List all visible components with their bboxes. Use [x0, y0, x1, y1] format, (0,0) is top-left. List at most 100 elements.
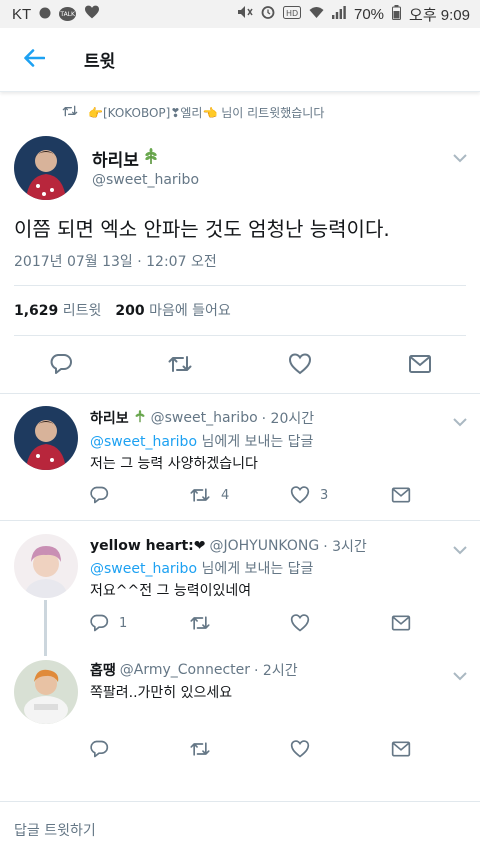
reply-button[interactable] — [89, 485, 119, 505]
likes-stat[interactable]: 200 마음에 들어요 — [115, 300, 230, 320]
reply-text: 저는 그 능력 사양하겠습니다 — [90, 456, 258, 472]
reply-author-handle[interactable]: @Army_Connecter — [120, 662, 250, 678]
direct-message-button[interactable] — [391, 739, 411, 759]
reply-icon — [90, 740, 109, 758]
reply-author-name[interactable]: 홉땡 — [90, 660, 116, 680]
replying-to: @sweet_haribo 님에게 보내는 답글 — [90, 431, 313, 451]
clock: 오후 9:09 — [409, 6, 470, 24]
reply-header: 홉땡 @Army_Connecter · 2시간 — [90, 660, 298, 680]
page-title: 트윗 — [84, 52, 116, 72]
like-button[interactable]: 3 — [290, 485, 328, 505]
svg-text:HD: HD — [286, 9, 298, 18]
replying-to-suffix: 님에게 보내는 답글 — [201, 434, 314, 450]
reply-menu-chevron-icon[interactable] — [453, 412, 467, 427]
retweet-icon — [190, 488, 210, 502]
top-app-bar: 트윗 — [0, 28, 480, 92]
reply-author-name[interactable]: 하리보 — [90, 408, 129, 428]
retweet-button[interactable] — [189, 739, 221, 759]
replying-to-handle[interactable]: @sweet_haribo — [90, 434, 197, 450]
envelope-icon — [409, 355, 431, 373]
reply-button[interactable] — [49, 352, 73, 376]
status-bar-left: KT TALK — [12, 5, 100, 23]
section-divider — [0, 520, 480, 521]
tweet-menu-chevron-icon[interactable] — [453, 148, 467, 163]
heart-notification-icon — [84, 5, 100, 23]
reply-time: · 2시간 — [254, 663, 298, 679]
divider — [14, 285, 466, 286]
reply-time: · 20시간 — [261, 411, 315, 427]
direct-message-button[interactable] — [391, 613, 411, 633]
tweet-author-handle[interactable]: @sweet_haribo — [92, 172, 199, 188]
envelope-icon — [391, 487, 411, 503]
reply-author-name[interactable]: yellow heart:❤ — [90, 538, 205, 554]
reply-icon — [90, 486, 109, 504]
reply-text: 쪽팔려..가만히 있으세요 — [90, 685, 233, 701]
reply-author-handle[interactable]: @sweet_haribo — [151, 410, 258, 426]
heart-icon — [290, 614, 310, 632]
retweet-icon — [190, 616, 210, 630]
direct-message-button[interactable] — [408, 352, 432, 376]
retweet-button[interactable] — [189, 613, 221, 633]
reply-author-avatar[interactable] — [14, 534, 78, 598]
section-divider — [0, 801, 480, 802]
battery-icon — [392, 4, 402, 24]
retweet-button[interactable] — [167, 352, 193, 376]
replying-to-handle[interactable]: @sweet_haribo — [90, 561, 197, 577]
status-bar-right: HD 70% 오후 9:09 — [237, 4, 470, 25]
reply-icon — [90, 614, 109, 632]
reply-author-avatar[interactable] — [14, 406, 78, 470]
retweets-count: 1,629 — [14, 303, 59, 319]
reply-compose-prompt[interactable]: 답글 트윗하기 — [14, 820, 96, 840]
envelope-icon — [391, 615, 411, 631]
reply-text: 저요^^전 그 능력이있네여 — [90, 583, 252, 599]
wifi-icon — [309, 5, 324, 23]
divider — [14, 335, 466, 336]
like-button[interactable] — [290, 613, 320, 633]
reply-author-avatar[interactable] — [14, 660, 78, 724]
retweet-small-icon — [62, 105, 78, 120]
tweet-text: 이쯤 되면 엑소 안파는 것도 엄청난 능력이다. — [14, 217, 390, 241]
heart-icon — [288, 353, 312, 375]
like-button[interactable] — [288, 352, 312, 376]
author-name-text: 하리보 — [92, 151, 139, 171]
reply-count: 1 — [119, 615, 128, 631]
back-button[interactable] — [12, 38, 56, 82]
replying-to-suffix: 님에게 보내는 답글 — [201, 561, 314, 577]
tweet-author-name[interactable]: 하리보 — [92, 146, 160, 171]
back-arrow-icon — [23, 48, 46, 71]
reply-time: · 3시간 — [323, 539, 367, 555]
retweets-stat[interactable]: 1,629 리트윗 — [14, 300, 101, 320]
herb-icon — [133, 409, 147, 427]
reply-author-handle[interactable]: @JOHYUNKONG — [209, 538, 319, 554]
heart-icon — [290, 740, 310, 758]
replying-to: @sweet_haribo 님에게 보내는 답글 — [90, 558, 313, 578]
notification-dot-icon — [39, 5, 51, 23]
retweet-count: 4 — [221, 487, 230, 503]
retweets-label: 리트윗 — [62, 303, 102, 319]
retweet-button[interactable]: 4 — [189, 485, 229, 505]
hd-icon: HD — [283, 5, 301, 23]
battery-percent: 70% — [354, 5, 385, 23]
reply-button[interactable] — [89, 739, 119, 759]
tweet-timestamp: 2017년 07월 13일 · 12:07 오전 — [14, 254, 217, 270]
mute-icon — [237, 5, 253, 23]
signal-icon — [332, 5, 346, 23]
reply-menu-chevron-icon[interactable] — [453, 540, 467, 555]
carrier-label: KT — [12, 5, 32, 23]
reply-button[interactable]: 1 — [89, 613, 127, 633]
like-count: 3 — [320, 487, 329, 503]
envelope-icon — [391, 741, 411, 757]
retweet-icon — [168, 356, 192, 372]
status-bar: KT TALK HD 70% 오후 9:09 — [0, 0, 480, 28]
alarm-icon — [261, 5, 275, 23]
direct-message-button[interactable] — [391, 485, 411, 505]
tweet-author-avatar[interactable] — [14, 136, 78, 200]
likes-label: 마음에 들어요 — [149, 303, 231, 319]
retweet-icon — [190, 742, 210, 756]
reply-menu-chevron-icon[interactable] — [453, 666, 467, 681]
retweet-context[interactable]: 👉[KOKOBOP]❣엘리👈 님이 리트윗했습니다 — [62, 104, 324, 121]
like-button[interactable] — [290, 739, 320, 759]
herb-icon — [142, 147, 160, 170]
tweet-actions — [0, 348, 480, 382]
reply-header: yellow heart:❤ @JOHYUNKONG · 3시간 — [90, 536, 367, 556]
